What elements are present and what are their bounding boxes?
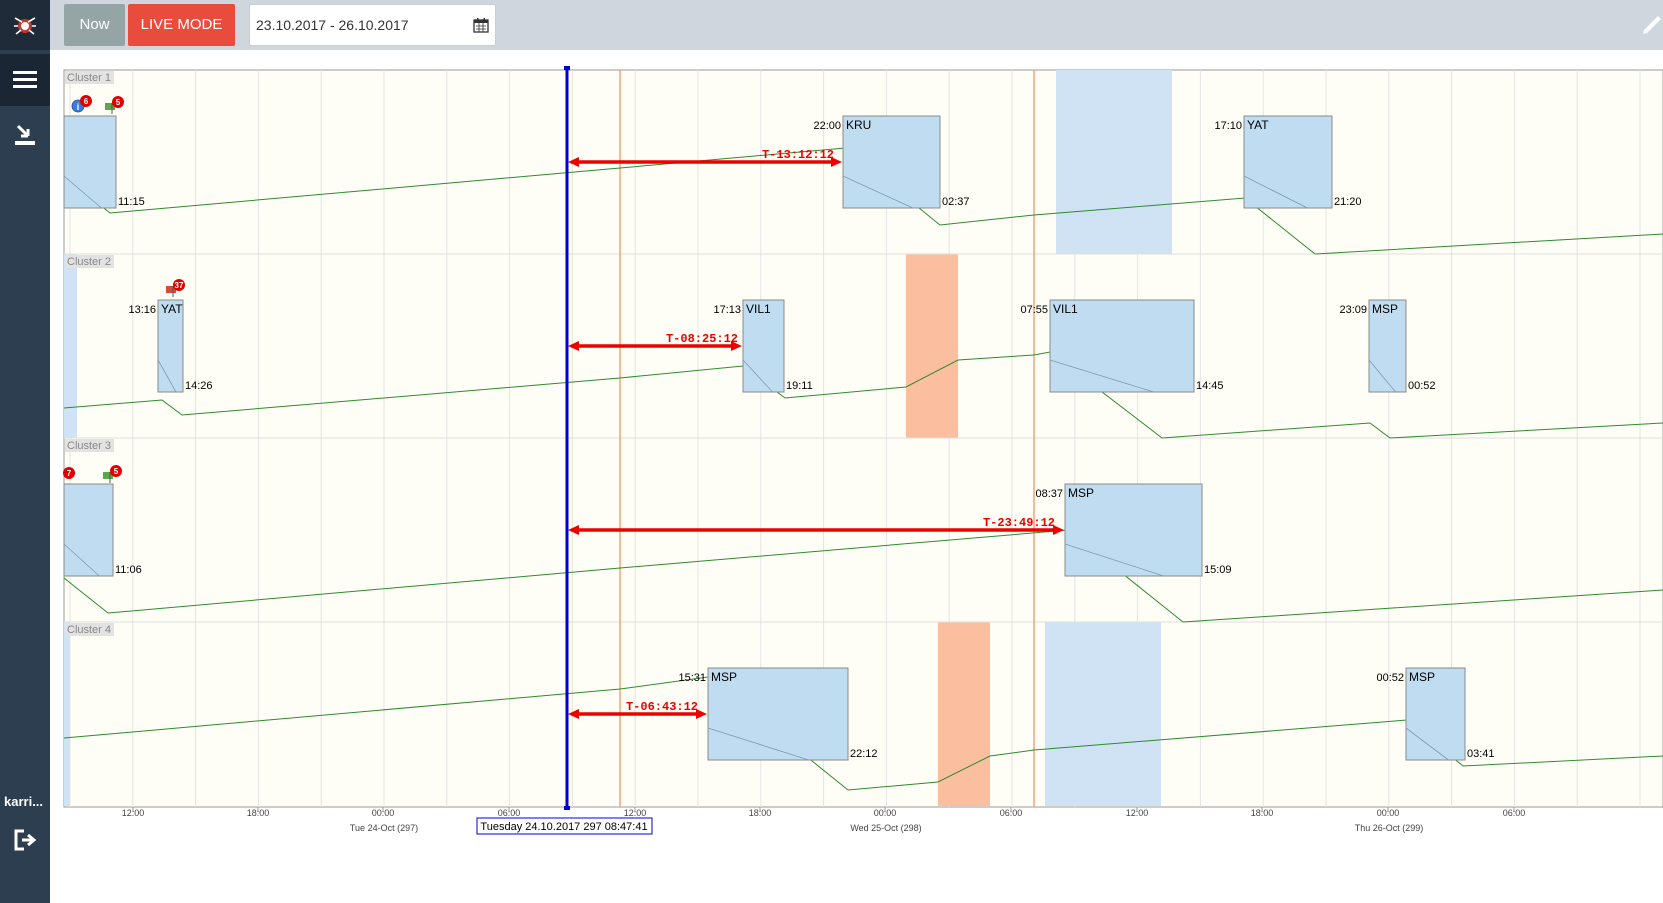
task-code: VIL1	[1053, 302, 1078, 316]
time-tick: 18:00	[1251, 808, 1274, 818]
task-end-time: 02:37	[942, 196, 970, 208]
cluster-label: Cluster 3	[67, 440, 111, 452]
task-block: MSP 15:31 22:12	[678, 667, 878, 761]
time-tick: 06:00	[1000, 808, 1023, 818]
task-code: MSP	[1409, 670, 1435, 684]
calendar-icon[interactable]	[473, 17, 489, 38]
date-range-picker[interactable]: 23.10.2017 - 26.10.2017	[249, 4, 496, 46]
info-icon-glyph: i	[77, 102, 80, 112]
task-code: MSP	[711, 670, 737, 684]
shading-band	[1056, 70, 1172, 254]
cluster-label: Cluster 4	[67, 624, 111, 636]
countdown-label: T-23:49:12	[983, 516, 1055, 530]
top-toolbar: Now LIVE MODE 23.10.2017 - 26.10.2017	[50, 0, 1663, 50]
task-end-time: 22:12	[850, 748, 878, 760]
task-end-time: 11:06	[115, 564, 142, 576]
task-rect	[63, 483, 114, 577]
cursor-bottom-handle[interactable]	[564, 806, 570, 810]
logout-icon[interactable]	[0, 824, 50, 856]
sidebar: karri...	[0, 0, 50, 903]
task-code: KRU	[846, 118, 871, 132]
task-start-time: 17:10	[1214, 120, 1242, 132]
badge-count: 5	[114, 467, 119, 476]
task-end-time: 21:20	[1334, 196, 1362, 208]
task-code: MSP	[1372, 302, 1398, 316]
time-tick: 12:00	[624, 808, 647, 818]
cluster-label: Cluster 1	[67, 72, 111, 84]
task-code: VIL1	[746, 302, 771, 316]
task-code: YAT	[161, 302, 183, 316]
task-end-time: 14:26	[185, 380, 213, 392]
task-code: MSP	[1068, 486, 1094, 500]
alert-icon: 7	[63, 467, 75, 479]
bug-logo-icon[interactable]	[0, 0, 50, 50]
task-start-time: 08:37	[1035, 488, 1063, 500]
task-start-time: 15:31	[678, 672, 706, 684]
task-block: VIL1 07:55 14:45	[1020, 299, 1224, 393]
export-icon[interactable]	[0, 112, 50, 158]
task-end-time: 00:52	[1408, 380, 1436, 392]
task-start-time: 13:16	[128, 304, 156, 316]
task-end-time: 19:11	[786, 380, 813, 392]
task-start-time: 07:55	[1020, 304, 1048, 316]
countdown-label: T-06:43:12	[626, 700, 698, 714]
shading-band	[64, 622, 70, 806]
badge-count: 6	[84, 97, 89, 106]
time-tick: 18:00	[247, 808, 270, 818]
edit-icon[interactable]	[1641, 14, 1663, 41]
badge-count: 7	[67, 469, 72, 478]
countdown-label: T-08:25:12	[666, 332, 738, 346]
task-end-time: 03:41	[1467, 748, 1495, 760]
cursor-label: Tuesday 24.10.2017 297 08:47:41	[480, 821, 647, 833]
task-end-time: 11:15	[118, 196, 145, 208]
time-tick: 00:00	[1377, 808, 1400, 818]
badge-count: 5	[116, 98, 121, 107]
time-tick: 12:00	[1126, 808, 1149, 818]
time-tick: 00:00	[874, 808, 897, 818]
task-rect	[63, 115, 117, 209]
task-code: YAT	[1247, 118, 1269, 132]
timeline-chart[interactable]: 11:15 KRU 22:00 02:37 YAT 17:10 21:20 YAT 13:16 1…	[50, 50, 1663, 903]
task-start-time: 00:52	[1376, 672, 1404, 684]
task-start-time: 22:00	[813, 120, 841, 132]
task-block: MSP 08:37 15:09	[1035, 483, 1232, 577]
day-label: Tue 24-Oct (297)	[350, 823, 418, 833]
task-start-time: 17:13	[713, 304, 741, 316]
countdown-label: T-13:12:12	[762, 148, 834, 162]
time-tick: 12:00	[122, 808, 145, 818]
day-label: Thu 26-Oct (299)	[1355, 823, 1424, 833]
task-start-time: 23:09	[1339, 304, 1367, 316]
badge-count: 37	[175, 281, 184, 290]
task-end-time: 15:09	[1204, 564, 1232, 576]
live-mode-button[interactable]: LIVE MODE	[128, 4, 235, 46]
time-tick: 18:00	[749, 808, 772, 818]
day-label: Wed 25-Oct (298)	[850, 823, 921, 833]
user-name[interactable]: karri...	[4, 794, 43, 809]
now-button[interactable]: Now	[64, 4, 125, 46]
time-axis: 12:00 18:00 00:00 06:00 12:00 18:00 00:00 06:00…	[122, 807, 1526, 833]
time-tick: 00:00	[372, 808, 395, 818]
task-end-time: 14:45	[1196, 380, 1224, 392]
menu-icon[interactable]	[0, 54, 50, 106]
cursor-top-handle[interactable]	[564, 66, 570, 70]
cluster-label: Cluster 2	[67, 256, 111, 268]
shading-band	[64, 254, 77, 438]
time-tick: 06:00	[498, 808, 521, 818]
date-range-value: 23.10.2017 - 26.10.2017	[256, 17, 409, 33]
time-tick: 06:00	[1503, 808, 1526, 818]
shading-band	[906, 254, 958, 438]
shading-band	[1045, 622, 1161, 806]
